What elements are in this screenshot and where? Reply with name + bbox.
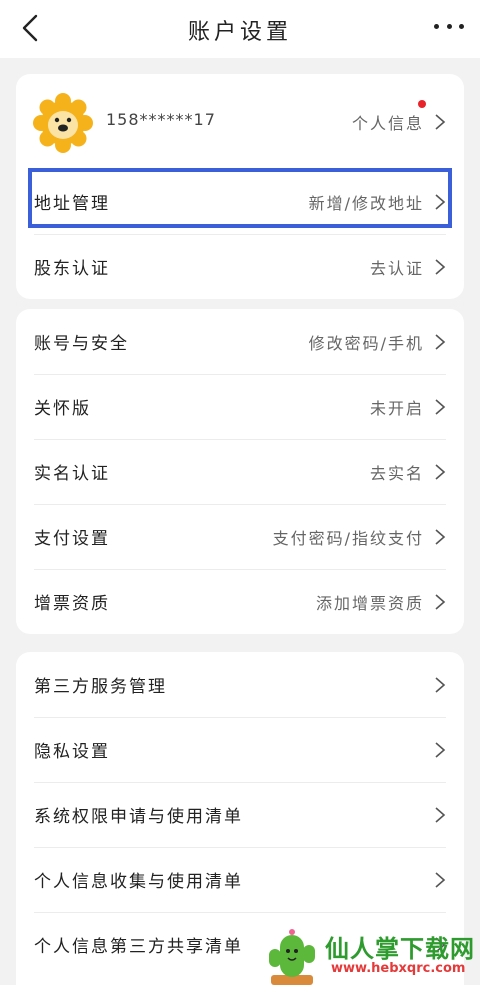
shareholder-value: 去认证: [369, 258, 424, 278]
avatar: [33, 93, 93, 153]
settings-row[interactable]: 实名认证 去实名: [16, 439, 464, 504]
row-value: 去实名: [369, 463, 424, 483]
settings-row[interactable]: 系统权限申请与使用清单: [16, 782, 464, 847]
settings-row[interactable]: 账号与安全 修改密码/手机: [16, 309, 464, 374]
cactus-logo-icon: [269, 929, 315, 985]
row-label: 账号与安全: [34, 334, 129, 354]
profile-link-label: 个人信息: [351, 113, 424, 133]
settings-row[interactable]: 第三方服务管理: [16, 652, 464, 717]
settings-row[interactable]: 隐私设置: [16, 717, 464, 782]
row-label: 增票资质: [34, 594, 110, 614]
chevron-right-icon: [435, 806, 446, 823]
row-label: 关怀版: [34, 399, 91, 419]
row-value: 修改密码/手机: [308, 333, 424, 353]
row-value: 支付密码/指纹支付: [272, 528, 424, 548]
notification-badge: [418, 100, 426, 108]
top-bar: 账户设置: [0, 0, 480, 58]
more-options-icon[interactable]: [434, 24, 464, 32]
settings-row[interactable]: 支付设置 支付密码/指纹支付: [16, 504, 464, 569]
chevron-right-icon: [435, 463, 446, 480]
watermark-url: www.hebxqrc.com: [331, 961, 466, 976]
watermark: 仙人掌下载网 www.hebxqrc.com: [265, 925, 480, 985]
shareholder-verification-row[interactable]: 股东认证 去认证: [16, 234, 464, 299]
chevron-right-icon: [435, 113, 446, 130]
row-label: 隐私设置: [34, 742, 110, 762]
chevron-right-icon: [435, 871, 446, 888]
row-label: 个人信息收集与使用清单: [34, 872, 243, 892]
watermark-text: 仙人掌下载网: [325, 935, 475, 963]
chevron-right-icon: [435, 676, 446, 693]
settings-row[interactable]: 增票资质 添加增票资质: [16, 569, 464, 634]
row-value: 添加增票资质: [315, 593, 424, 613]
row-label: 支付设置: [34, 529, 110, 549]
row-label: 第三方服务管理: [34, 677, 167, 697]
account-card: 158******17 个人信息 地址管理 新增/修改地址 股东认证 去认证: [16, 74, 464, 299]
shareholder-label: 股东认证: [34, 259, 110, 279]
settings-row[interactable]: 个人信息收集与使用清单: [16, 847, 464, 912]
security-card: 账号与安全 修改密码/手机 关怀版 未开启 实名认证 去实名 支付设置 支付密码…: [16, 309, 464, 634]
chevron-right-icon: [435, 333, 446, 350]
settings-row[interactable]: 关怀版 未开启: [16, 374, 464, 439]
address-label: 地址管理: [34, 194, 110, 214]
profile-row[interactable]: 158******17 个人信息: [16, 74, 464, 169]
chevron-right-icon: [435, 193, 446, 210]
row-label: 个人信息第三方共享清单: [34, 937, 243, 957]
address-value: 新增/修改地址: [308, 193, 424, 213]
chevron-right-icon: [435, 593, 446, 610]
row-label: 实名认证: [34, 464, 110, 484]
chevron-right-icon: [435, 398, 446, 415]
row-value: 未开启: [369, 398, 424, 418]
row-label: 系统权限申请与使用清单: [34, 807, 243, 827]
chevron-right-icon: [435, 258, 446, 275]
page-title: 账户设置: [187, 20, 292, 45]
chevron-right-icon: [435, 528, 446, 545]
phone-number: 158******17: [106, 110, 216, 129]
chevron-right-icon: [435, 741, 446, 758]
address-management-row[interactable]: 地址管理 新增/修改地址: [16, 169, 464, 234]
